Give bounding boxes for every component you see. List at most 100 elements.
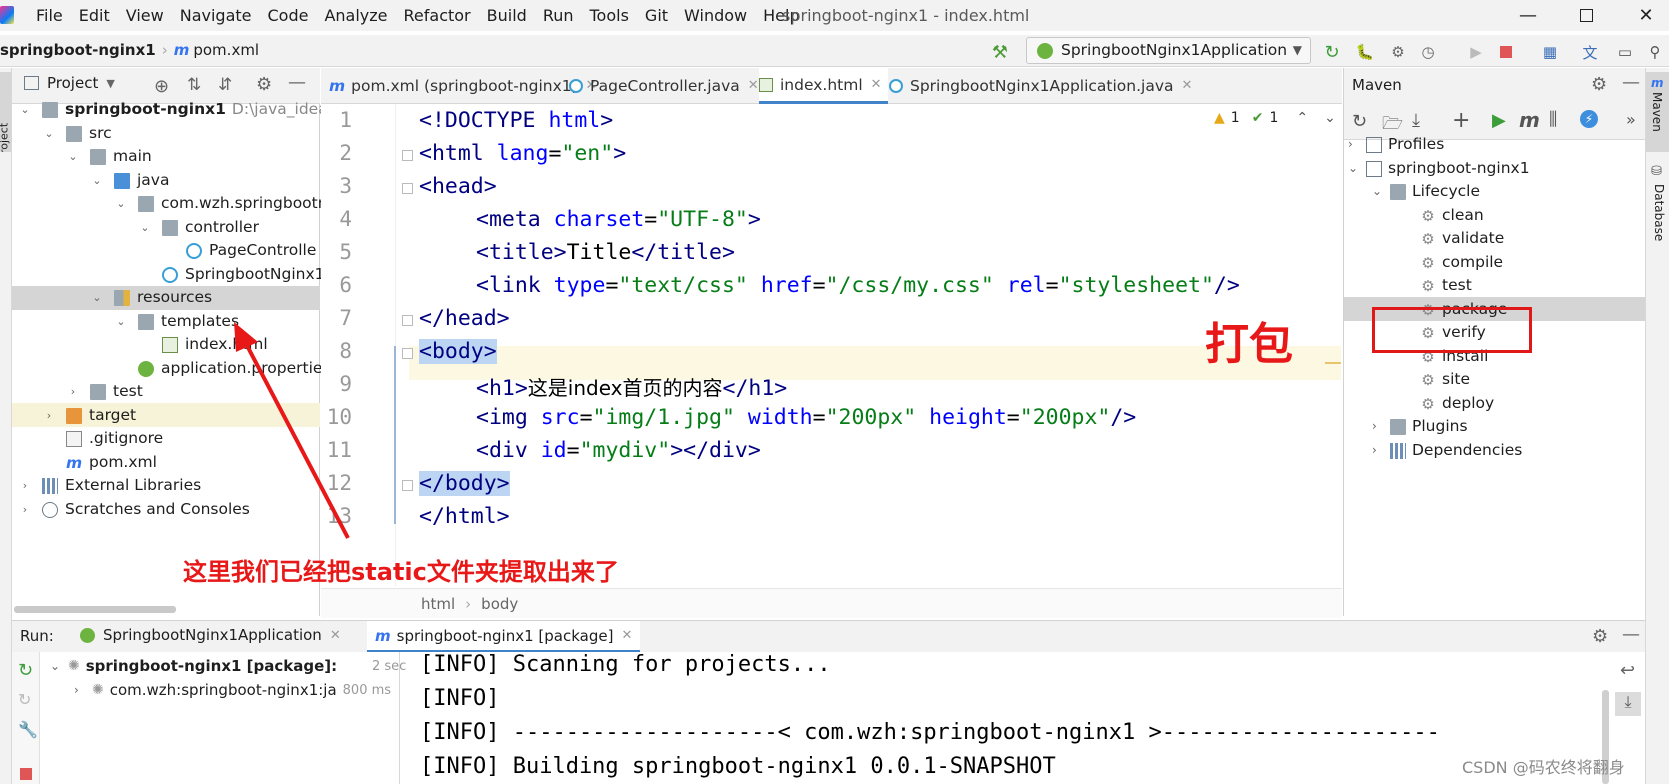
maven-lifecycle[interactable]: ⌄ Lifecycle [1372, 179, 1480, 204]
stop-icon[interactable] [1496, 42, 1516, 62]
tab-application[interactable]: SpringbootNginx1Application.java ✕ [889, 68, 1192, 104]
stop-icon[interactable] [20, 768, 32, 780]
expand-all-icon[interactable]: ⇅ [187, 75, 201, 95]
menu-file[interactable]: File [28, 5, 71, 27]
minimize-button[interactable]: — [1516, 4, 1540, 26]
close-window-button[interactable]: ✕ [1634, 4, 1658, 26]
close-tab-icon[interactable]: ✕ [1182, 69, 1193, 103]
menu-navigate[interactable]: Navigate [172, 5, 260, 27]
debug-icon[interactable]: 🐛 [1355, 42, 1375, 62]
run-maven-icon[interactable]: ▶ [1492, 110, 1506, 131]
tree-item-external-libraries[interactable]: › External Libraries [18, 473, 201, 498]
translate-icon[interactable]: 文 [1580, 42, 1600, 62]
menu-git[interactable]: Git [637, 5, 676, 27]
maven-phase-validate[interactable]: ⚙ validate [1420, 226, 1504, 251]
menu-refactor[interactable]: Refactor [396, 5, 479, 27]
fold-icon[interactable] [402, 183, 413, 194]
maven-phase-test[interactable]: ⚙ test [1420, 273, 1472, 298]
tree-item-application-class[interactable]: SpringbootNginx1 [162, 262, 325, 287]
menu-run[interactable]: Run [535, 5, 582, 27]
breadcrumb-body[interactable]: body [481, 595, 518, 613]
chevron-down-icon[interactable]: ⌄ [1324, 110, 1336, 126]
maven-plugins[interactable]: › Plugins [1372, 414, 1468, 439]
horizontal-scrollbar[interactable] [14, 606, 176, 613]
tab-pagecontroller[interactable]: PageController.java ✕ [569, 68, 759, 104]
maven-phase-deploy[interactable]: ⚙ deploy [1420, 391, 1494, 416]
tree-item-pom[interactable]: m pom.xml [66, 450, 157, 475]
tab-pom[interactable]: m pom.xml (springboot-nginx1) ✕ [329, 68, 597, 104]
maven-project[interactable]: ⌄ springboot-nginx1 [1348, 156, 1530, 181]
tree-item-controller[interactable]: ⌄ controller [138, 215, 259, 240]
rerun-icon[interactable]: ↻ [1322, 42, 1342, 63]
menu-code[interactable]: Code [260, 5, 317, 27]
hide-panel-icon[interactable]: — [288, 72, 306, 93]
chevron-up-icon[interactable]: ⌃ [1296, 110, 1308, 126]
wrench-icon[interactable]: 🔧 [18, 720, 38, 739]
tree-item-target[interactable]: › target [42, 403, 136, 428]
tree-item-pagecontroller[interactable]: PageControlle [186, 238, 316, 263]
menu-tools[interactable]: Tools [582, 5, 637, 27]
offline-icon[interactable]: ⚡ [1580, 110, 1598, 128]
add-icon[interactable]: + [1452, 108, 1470, 133]
project-view-selector[interactable]: Project ▼ [24, 74, 115, 92]
tree-item-java[interactable]: ⌄ java [90, 168, 169, 193]
tree-item-test[interactable]: › test [66, 379, 143, 404]
run-configuration-selector[interactable]: SpringbootNginx1Application ▼ [1026, 37, 1311, 64]
run-tab-application[interactable]: SpringbootNginx1Application ✕ [80, 626, 341, 644]
maven-phase-site[interactable]: ⚙ site [1420, 367, 1470, 392]
project-tool-tab[interactable]: Project [0, 72, 11, 152]
maven-phase-clean[interactable]: ⚙ clean [1420, 203, 1483, 228]
menu-build[interactable]: Build [479, 5, 535, 27]
project-structure-icon[interactable]: ▦ [1540, 42, 1560, 62]
coverage-icon[interactable]: ⚙ [1388, 42, 1408, 62]
presentation-icon[interactable]: ▭ [1615, 42, 1635, 62]
menu-analyze[interactable]: Analyze [316, 5, 395, 27]
hide-panel-icon[interactable]: — [1622, 72, 1640, 93]
menu-window[interactable]: Window [676, 5, 755, 27]
execute-goal-icon[interactable]: m [1519, 108, 1540, 132]
tree-item-resources[interactable]: ⌄ resources [90, 285, 212, 310]
search-icon[interactable]: ⚲ [1645, 42, 1665, 62]
settings-gear-icon[interactable]: ⚙ [1591, 74, 1607, 95]
more-icon[interactable]: » [1626, 110, 1636, 129]
tree-item-scratches[interactable]: › Scratches and Consoles [18, 497, 250, 522]
menu-view[interactable]: View [118, 5, 172, 27]
nav-file[interactable]: pom.xml [193, 41, 259, 59]
settings-gear-icon[interactable]: ⚙ [1592, 626, 1608, 647]
close-tab-icon[interactable]: ✕ [871, 68, 882, 102]
tree-item-project-root[interactable]: ⌄ springboot-nginx1 D:\java_idea_20 [18, 97, 355, 122]
maven-dependencies[interactable]: › Dependencies [1372, 438, 1522, 463]
maximize-button[interactable] [1574, 4, 1598, 26]
fold-icon[interactable] [402, 150, 413, 161]
skip-tests-icon[interactable]: ⫼ [1549, 109, 1557, 130]
nav-project[interactable]: springboot-nginx1 [0, 41, 156, 59]
run-tab-package[interactable]: m springboot-nginx1 [package] ✕ [367, 621, 641, 653]
soft-wrap-icon[interactable]: ↩ [1620, 660, 1635, 681]
run-icon[interactable]: ▶ [1466, 42, 1486, 62]
fold-icon[interactable] [402, 480, 413, 491]
tree-item-main[interactable]: ⌄ main [66, 144, 151, 169]
maven-phase-compile[interactable]: ⚙ compile [1420, 250, 1503, 275]
maven-tool-tab[interactable]: m Maven [1646, 72, 1669, 152]
breadcrumb-html[interactable]: html [421, 595, 455, 613]
locate-icon[interactable]: ⊕ [154, 76, 169, 97]
run-tree-child[interactable]: › ✺ com.wzh:springboot-nginx1:ja 800 ms [74, 678, 391, 703]
maven-profiles[interactable]: › Profiles [1348, 132, 1444, 157]
menu-edit[interactable]: Edit [71, 5, 118, 27]
close-tab-icon[interactable]: ✕ [748, 69, 759, 103]
reload-icon[interactable]: ↻ [1352, 111, 1367, 132]
hide-panel-icon[interactable]: — [1622, 624, 1640, 645]
close-tab-icon[interactable]: ✕ [621, 628, 632, 643]
rerun-icon[interactable]: ↻ [18, 660, 33, 681]
download-icon[interactable]: ⤓ [1412, 110, 1420, 131]
tree-item-package[interactable]: ⌄ com.wzh.springbootn [114, 191, 327, 216]
settings-gear-icon[interactable]: ⚙ [256, 74, 272, 95]
fold-icon[interactable] [402, 348, 413, 359]
collapse-all-icon[interactable]: ⇵ [218, 75, 232, 95]
tree-item-src[interactable]: ⌄ src [42, 121, 111, 146]
build-hammer-icon[interactable]: ⚒ [990, 42, 1010, 63]
profile-icon[interactable]: ◷ [1418, 42, 1438, 62]
tab-index-html[interactable]: index.html ✕ [759, 68, 888, 104]
scroll-to-end-icon[interactable]: ⤓ [1615, 692, 1641, 716]
close-tab-icon[interactable]: ✕ [330, 628, 341, 643]
